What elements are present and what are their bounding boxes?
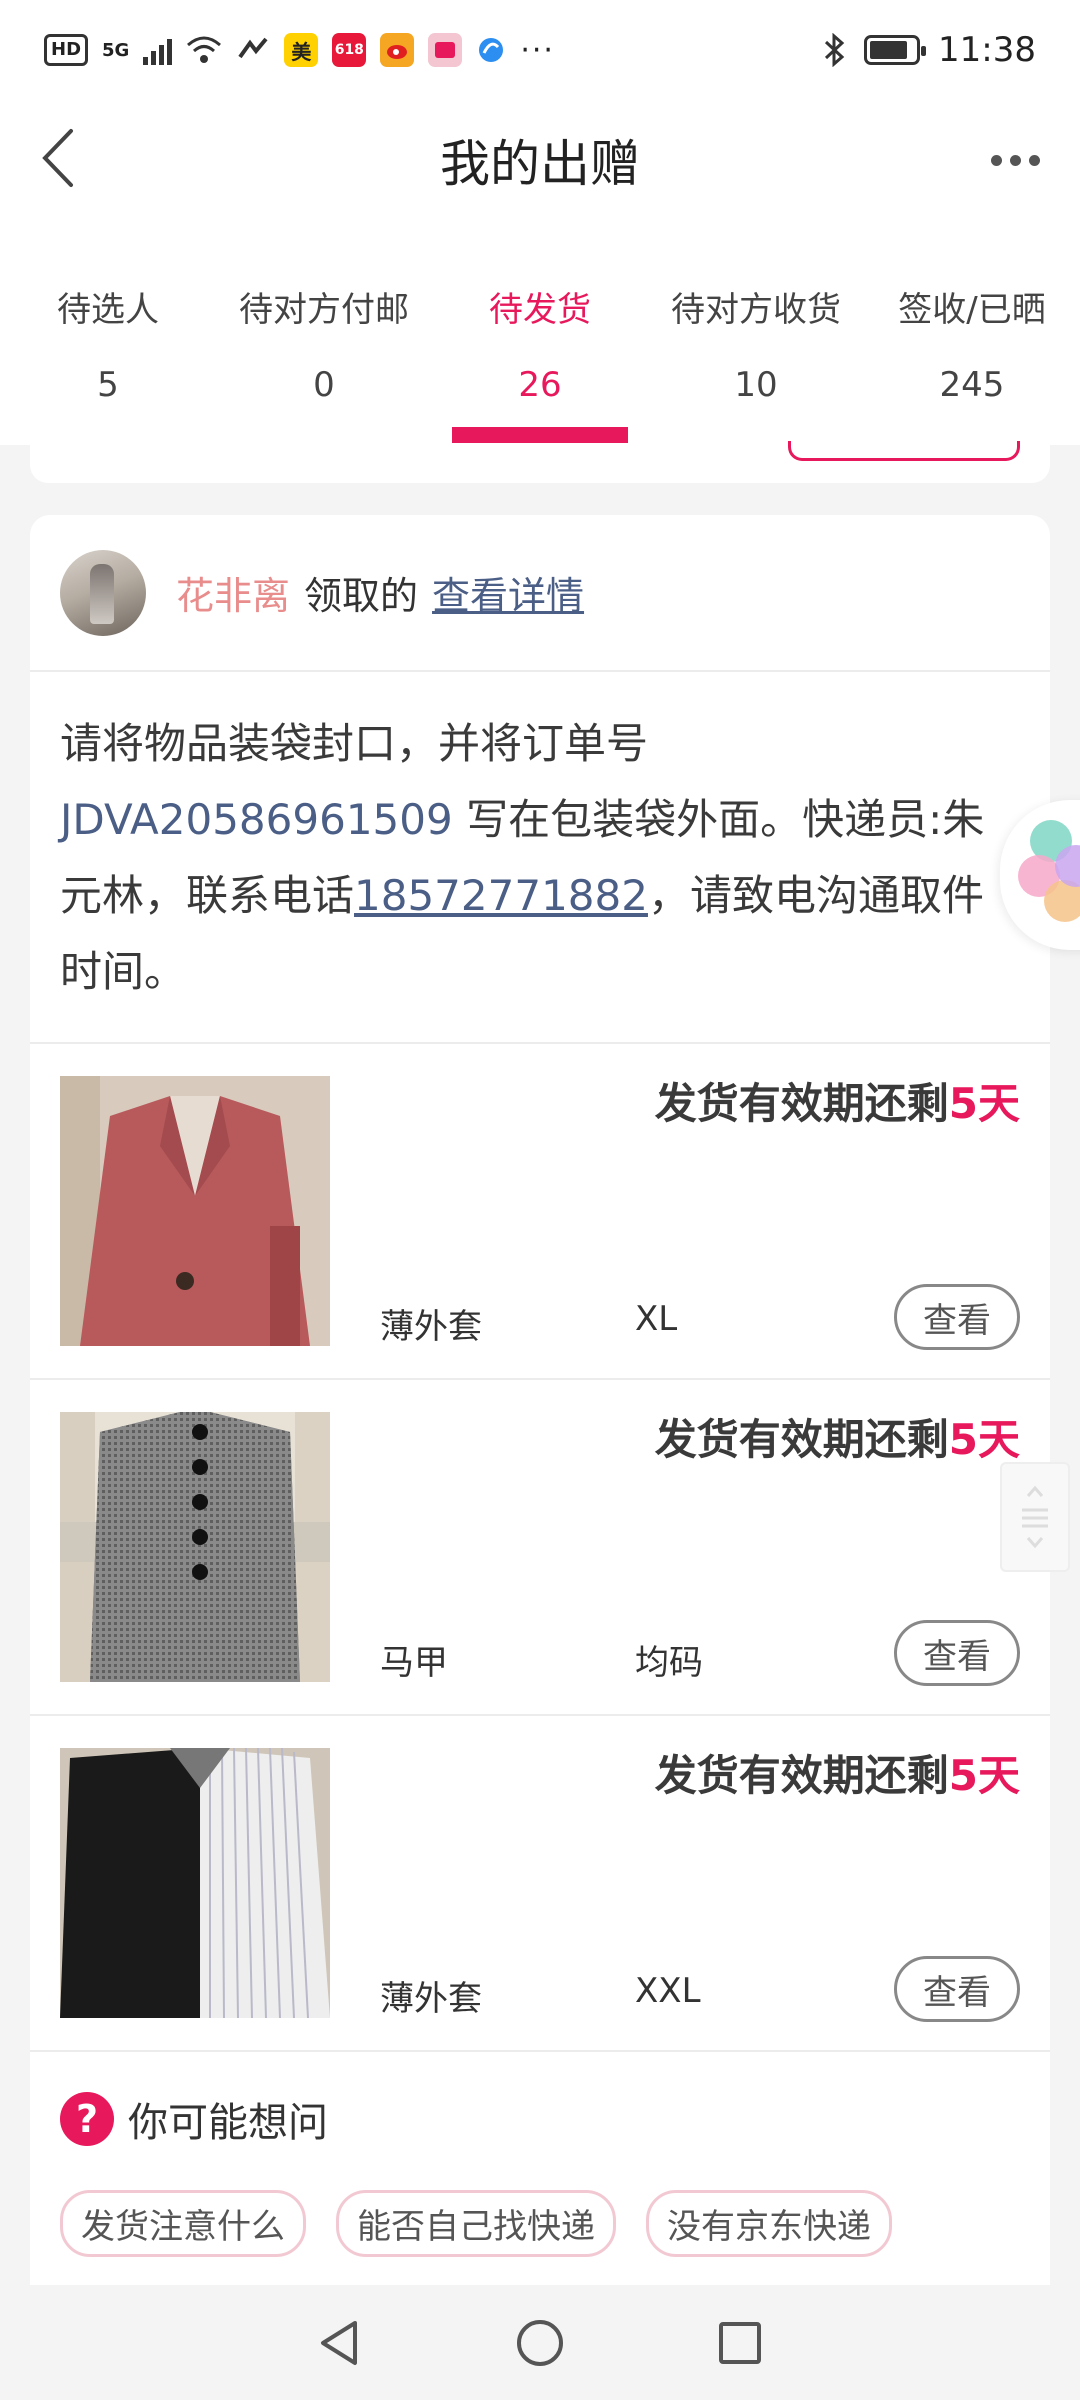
shipping-deadline: 发货有效期还剩5天 <box>655 1070 1020 1131</box>
item-size: XXL <box>635 1971 701 2011</box>
system-nav-bar <box>0 2285 1080 2400</box>
bluetooth-icon <box>824 33 845 67</box>
nav-back-icon[interactable] <box>315 2318 365 2368</box>
clock: 11:38 <box>938 30 1036 70</box>
scroll-handle-icon <box>1022 1485 1048 1549</box>
tab-label: 待发货 <box>489 290 591 330</box>
tab-waiting-postage[interactable]: 待对方付邮 0 <box>216 250 432 445</box>
network-type: 5G <box>102 39 130 61</box>
recipient-name[interactable]: 花非离 <box>176 565 290 620</box>
faq-title-text: 你可能想问 <box>128 2100 328 2146</box>
battery-icon <box>864 35 927 65</box>
deadline-label: 发货有效期还剩 <box>654 1415 949 1464</box>
tab-count: 0 <box>313 365 335 405</box>
page-title: 我的出赠 <box>440 135 640 193</box>
status-bar: HD 5G 美 618 ··· 11:38 <box>0 0 1080 100</box>
tab-count: 245 <box>939 365 1005 405</box>
link-icon <box>238 37 268 59</box>
tab-signed-shared[interactable]: 签收/已晒 245 <box>864 250 1080 445</box>
tab-waiting-selection[interactable]: 待选人 5 <box>0 250 216 445</box>
faq-chip[interactable]: 能否自己找快递 <box>336 2190 616 2257</box>
hd-icon: HD <box>44 34 89 66</box>
nav-recents-icon[interactable] <box>715 2318 765 2368</box>
nav-home-icon[interactable] <box>515 2318 565 2368</box>
tab-count: 5 <box>97 365 119 405</box>
tab-label: 签收/已晒 <box>898 290 1046 330</box>
deadline-label: 发货有效期还剩 <box>654 1751 949 1800</box>
faq-chip[interactable]: 没有京东快递 <box>646 2190 892 2257</box>
list-item: 发货有效期还剩5天 薄外套 XL 查看 <box>30 1044 1050 1380</box>
header: 我的出赠 <box>0 100 1080 250</box>
item-size: 均码 <box>635 1643 703 1683</box>
days-remaining: 5天 <box>948 1079 1020 1128</box>
view-details-link[interactable]: 查看详情 <box>432 565 584 620</box>
faq-chip[interactable]: 发货注意什么 <box>60 2190 306 2257</box>
view-button[interactable]: 查看 <box>894 1284 1020 1350</box>
list-item: 发货有效期还剩5天 马甲 均码 查看 <box>30 1380 1050 1716</box>
shipping-instructions: 请将物品装袋封口，并将订单号 JDVA20586961509 写在包装袋外面。快… <box>30 672 1050 1044</box>
tab-count: 26 <box>518 365 562 405</box>
claimed-label: 领取的 <box>304 574 419 618</box>
signal-icon <box>143 35 173 65</box>
avatar[interactable] <box>60 549 146 636</box>
question-icon: ? <box>60 2092 114 2146</box>
more-notifications-icon: ··· <box>520 32 555 68</box>
scroll-handle[interactable] <box>1000 1462 1070 1572</box>
wifi-icon <box>187 36 222 63</box>
item-category: 薄外套 <box>380 1979 482 2019</box>
previous-card-fragment <box>30 441 1050 483</box>
shipping-deadline: 发货有效期还剩5天 <box>655 1406 1020 1467</box>
more-options-button[interactable] <box>980 130 1050 190</box>
faq-chips: 发货注意什么 能否自己找快递 没有京东快递 <box>60 2190 1020 2257</box>
order-number: JDVA20586961509 <box>60 795 453 844</box>
tab-label: 待对方付邮 <box>239 290 409 330</box>
days-remaining: 5天 <box>948 1415 1020 1464</box>
item-category: 薄外套 <box>380 1307 482 1347</box>
previous-card-button-fragment[interactable] <box>788 441 1020 461</box>
item-photo-pink-jacket[interactable] <box>60 1076 330 1346</box>
shipping-deadline: 发货有效期还剩5天 <box>655 1742 1020 1803</box>
tab-label: 待对方收货 <box>671 290 841 330</box>
list-item: 发货有效期还剩5天 薄外套 XXL 查看 <box>30 1716 1050 2052</box>
tab-label: 待选人 <box>57 290 159 330</box>
item-category: 马甲 <box>380 1643 448 1683</box>
faq-section: ? 你可能想问 发货注意什么 能否自己找快递 没有京东快递 <box>30 2052 1050 2257</box>
status-tabs: 待选人 5 待对方付邮 0 待发货 26 待对方收货 10 签收/已晒 245 <box>0 250 1080 445</box>
view-button[interactable]: 查看 <box>894 1620 1020 1686</box>
meituan-app-icon: 美 <box>284 33 319 67</box>
instruction-text: 请将物品装袋封口，并将订单号 <box>60 719 649 768</box>
recipient-row: 花非离 领取的 查看详情 <box>30 515 1050 672</box>
view-button[interactable]: 查看 <box>894 1956 1020 2022</box>
days-remaining: 5天 <box>948 1751 1020 1800</box>
item-size: XL <box>635 1299 678 1339</box>
tab-count: 10 <box>734 365 778 405</box>
weibo-app-icon <box>380 33 415 67</box>
item-photo-black-white-shirt[interactable] <box>60 1748 330 2018</box>
app-icon-4 <box>428 33 463 67</box>
faq-title: ? 你可能想问 <box>60 2090 1020 2148</box>
item-photo-gray-vest[interactable] <box>60 1412 330 1682</box>
browser-app-icon <box>479 38 504 62</box>
tab-waiting-receipt[interactable]: 待对方收货 10 <box>648 250 864 445</box>
tab-waiting-shipment[interactable]: 待发货 26 <box>432 250 648 445</box>
jd-618-app-icon: 618 <box>332 33 367 67</box>
active-tab-indicator <box>452 427 628 443</box>
gift-order-card: 花非离 领取的 查看详情 请将物品装袋封口，并将订单号 JDVA20586961… <box>30 515 1050 2285</box>
deadline-label: 发货有效期还剩 <box>654 1079 949 1128</box>
courier-phone-link[interactable]: 18572771882 <box>354 871 648 920</box>
more-dots-icon <box>990 154 1040 166</box>
